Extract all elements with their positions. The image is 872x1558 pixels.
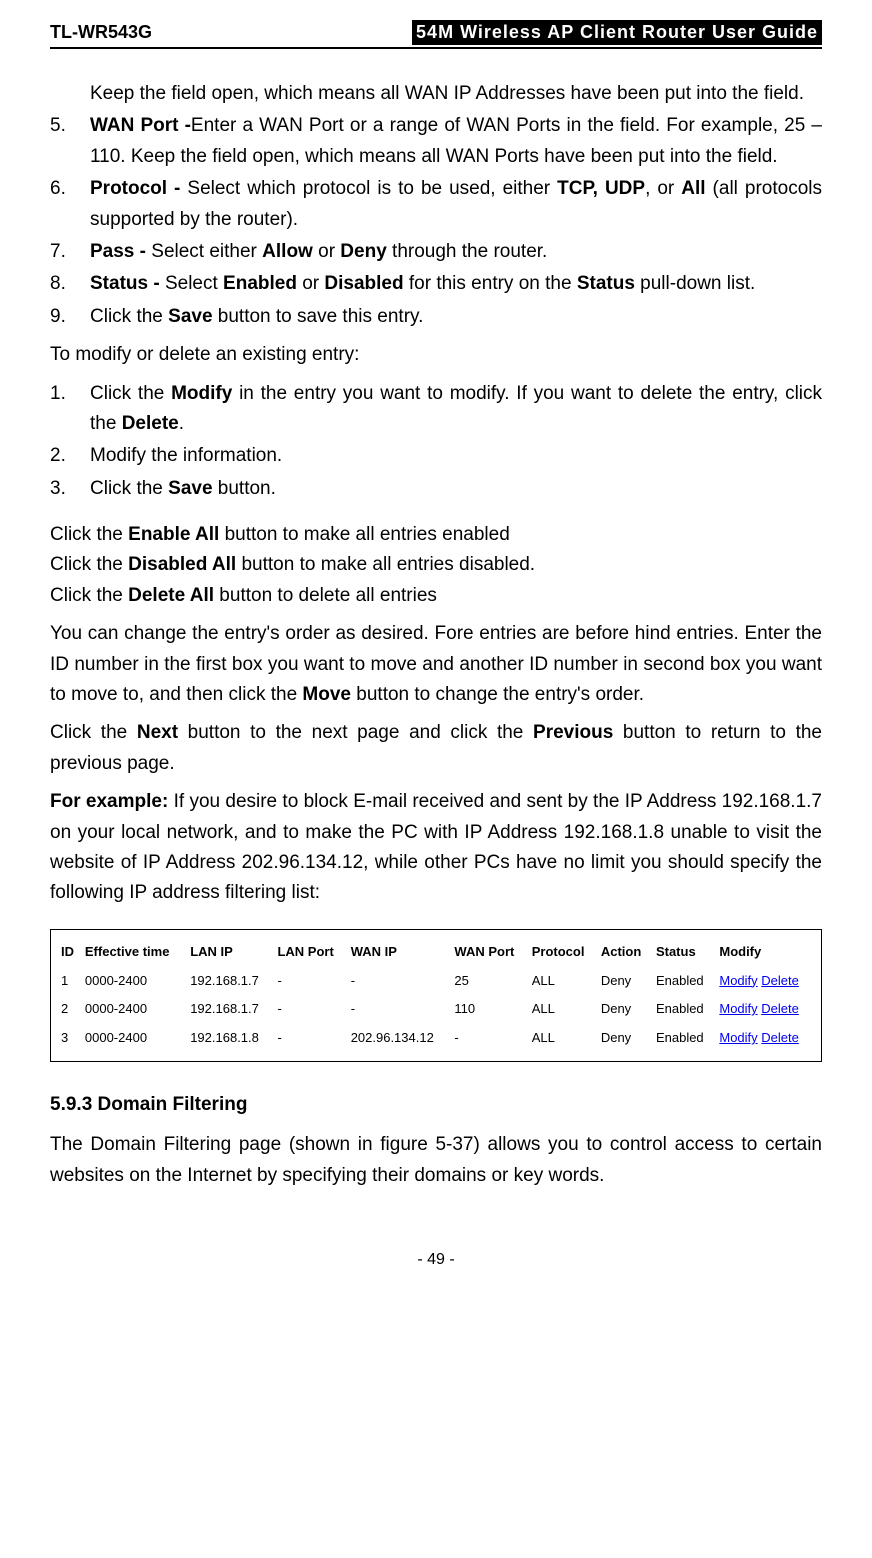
th-wan-port: WAN Port [450,938,527,967]
modify-link[interactable]: Modify [719,1030,757,1045]
th-effective-time: Effective time [81,938,186,967]
table-cell: Deny [597,1024,652,1053]
table-cell: 0000-2400 [81,967,186,996]
modify-link[interactable]: Modify [719,973,757,988]
bulk-enable-line: Click the Enable All button to make all … [50,520,822,550]
table-cell: 192.168.1.7 [186,967,273,996]
modify-link[interactable]: Modify [719,1001,757,1016]
table-cell: 2 [57,995,81,1024]
table-cell: 25 [450,967,527,996]
table-cell: Enabled [652,1024,715,1053]
list-item: 3. Click the Save button. [50,474,822,504]
modify-steps-list: 1. Click the Modify in the entry you wan… [50,379,822,505]
table-cell: - [273,995,346,1024]
table-cell: - [273,967,346,996]
table-cell: - [347,995,451,1024]
section-heading: 5.9.3 Domain Filtering [50,1090,822,1120]
order-paragraph: You can change the entry's order as desi… [50,619,822,710]
table-cell: 192.168.1.7 [186,995,273,1024]
table-row: 10000-2400192.168.1.7--25ALLDenyEnabledM… [57,967,815,996]
table-cell: 192.168.1.8 [186,1024,273,1053]
list-item: 7. Pass - Select either Allow or Deny th… [50,237,822,267]
table-header-row: ID Effective time LAN IP LAN Port WAN IP… [57,938,815,967]
intro-text: Keep the field open, which means all WAN… [90,79,822,109]
modify-intro: To modify or delete an existing entry: [50,340,822,370]
nav-paragraph: Click the Next button to the next page a… [50,718,822,779]
th-status: Status [652,938,715,967]
th-action: Action [597,938,652,967]
table-cell: 0000-2400 [81,1024,186,1053]
table-cell: Deny [597,967,652,996]
th-lan-port: LAN Port [273,938,346,967]
table-cell: - [347,967,451,996]
section-text: The Domain Filtering page (shown in figu… [50,1130,822,1191]
delete-link[interactable]: Delete [761,1001,799,1016]
table-cell: 202.96.134.12 [347,1024,451,1053]
table-row: 30000-2400192.168.1.8-202.96.134.12-ALLD… [57,1024,815,1053]
table-cell: ALL [528,967,597,996]
table-cell: 0000-2400 [81,995,186,1024]
body-content: Keep the field open, which means all WAN… [50,79,822,1191]
example-paragraph: For example: If you desire to block E-ma… [50,787,822,909]
table-cell: - [450,1024,527,1053]
table-cell: ALL [528,995,597,1024]
model-label: TL-WR543G [50,22,152,43]
table-cell-modify: Modify Delete [715,995,815,1024]
page-number: - 49 - [50,1251,822,1289]
table-cell: ALL [528,1024,597,1053]
table-cell: Enabled [652,995,715,1024]
list-item: 6. Protocol - Select which protocol is t… [50,174,822,235]
table-row: 20000-2400192.168.1.7--110ALLDenyEnabled… [57,995,815,1024]
table-cell: 1 [57,967,81,996]
th-protocol: Protocol [528,938,597,967]
delete-link[interactable]: Delete [761,1030,799,1045]
list-item: 1. Click the Modify in the entry you wan… [50,379,822,440]
ip-filter-table-wrap: ID Effective time LAN IP LAN Port WAN IP… [50,929,822,1062]
page-header: TL-WR543G 54M Wireless AP Client Router … [50,0,822,49]
list-item: Keep the field open, which means all WAN… [50,79,822,109]
th-id: ID [57,938,81,967]
table-cell-modify: Modify Delete [715,967,815,996]
guide-title: 54M Wireless AP Client Router User Guide [412,20,822,45]
th-modify: Modify [715,938,815,967]
list-item: 8. Status - Select Enabled or Disabled f… [50,269,822,299]
table-cell: - [273,1024,346,1053]
bulk-disable-line: Click the Disabled All button to make al… [50,550,822,580]
table-cell-modify: Modify Delete [715,1024,815,1053]
table-cell: Enabled [652,967,715,996]
ip-filter-table: ID Effective time LAN IP LAN Port WAN IP… [57,938,815,1053]
list-item: 5. WAN Port -Enter a WAN Port or a range… [50,111,822,172]
th-wan-ip: WAN IP [347,938,451,967]
table-cell: 110 [450,995,527,1024]
th-lan-ip: LAN IP [186,938,273,967]
list-item: 9. Click the Save button to save this en… [50,302,822,332]
list-item: 2. Modify the information. [50,441,822,471]
step-list-continued: Keep the field open, which means all WAN… [50,79,822,332]
table-cell: 3 [57,1024,81,1053]
table-cell: Deny [597,995,652,1024]
bulk-delete-line: Click the Delete All button to delete al… [50,581,822,611]
delete-link[interactable]: Delete [761,973,799,988]
